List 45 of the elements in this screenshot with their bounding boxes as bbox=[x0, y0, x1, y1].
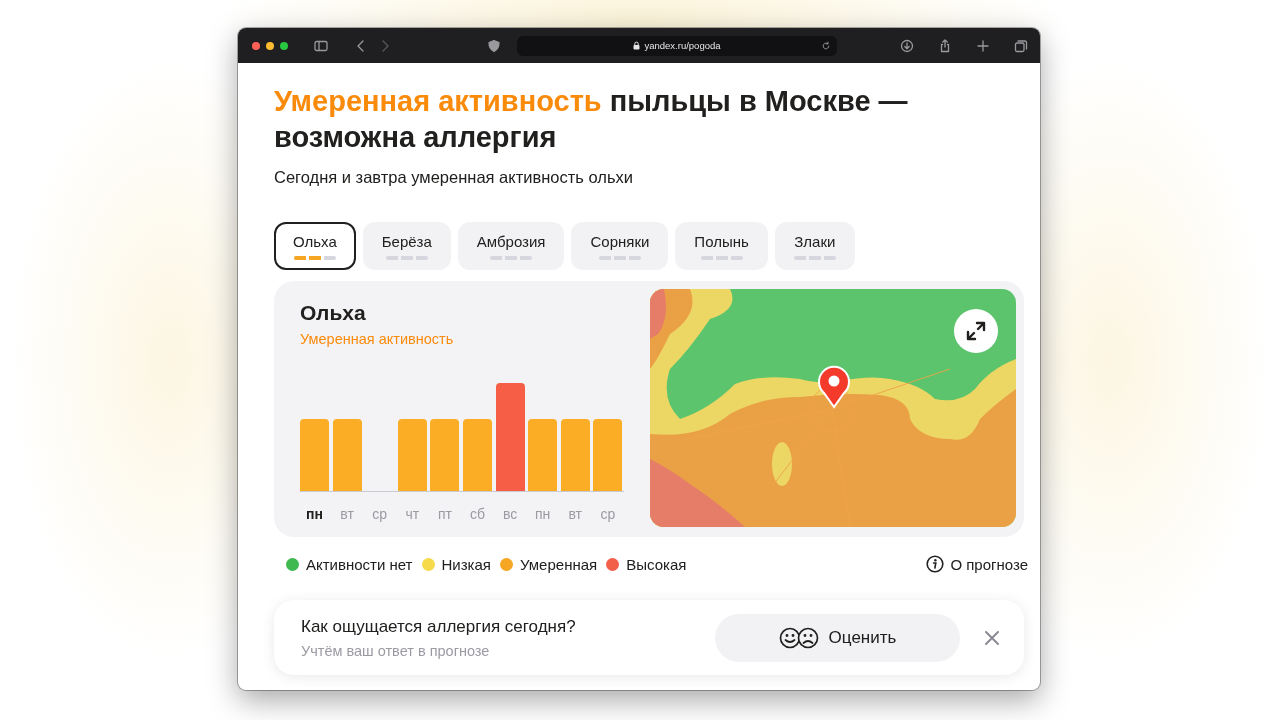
legend-label: Умеренная bbox=[519, 555, 598, 573]
moderate-activity-bar bbox=[528, 419, 558, 491]
feedback-hint: Учтём ваш ответ в прогнозе bbox=[301, 642, 490, 659]
plant-tab[interactable]: Ольха bbox=[274, 222, 356, 270]
share-icon[interactable] bbox=[938, 38, 952, 53]
location-pin-icon bbox=[816, 363, 852, 409]
legend-label: Активности нет bbox=[306, 555, 413, 573]
feedback-question: Как ощущается аллергия сегодня? bbox=[301, 616, 576, 637]
page-heading: Умеренная активность пыльцы в Москве — возможна аллергия bbox=[274, 84, 909, 155]
lock-icon bbox=[633, 41, 641, 50]
legend-label: Низкая bbox=[441, 555, 491, 573]
rate-button[interactable]: Оценить bbox=[715, 613, 960, 662]
url-text: yandex.ru/pogoda bbox=[644, 40, 721, 51]
plant-tab[interactable]: Берёза bbox=[362, 222, 451, 270]
tabs-overview-icon[interactable] bbox=[1014, 38, 1028, 53]
reload-icon[interactable] bbox=[821, 40, 831, 51]
minimize-window-button[interactable] bbox=[266, 41, 274, 50]
day-label[interactable]: пн bbox=[300, 506, 329, 522]
moderate-activity-bar bbox=[397, 419, 427, 491]
plant-tab[interactable]: Сорняки bbox=[571, 222, 669, 270]
moderate-activity-bar bbox=[560, 419, 590, 491]
close-window-button[interactable] bbox=[252, 41, 260, 50]
legend-label: Высокая bbox=[626, 555, 687, 573]
happy-sad-faces-icon bbox=[778, 626, 819, 649]
moderate-activity-bar bbox=[300, 419, 329, 491]
info-icon bbox=[926, 555, 945, 573]
plant-tab[interactable]: Полынь bbox=[675, 222, 768, 270]
download-icon[interactable] bbox=[900, 38, 914, 53]
moderate-activity-bar bbox=[430, 419, 460, 491]
plus-icon[interactable] bbox=[976, 38, 990, 53]
moderate-activity-bar bbox=[332, 419, 362, 491]
address-bar[interactable]: yandex.ru/pogoda bbox=[517, 35, 837, 56]
close-icon[interactable] bbox=[984, 629, 1000, 646]
maximize-window-button[interactable] bbox=[280, 41, 288, 50]
moderate-activity-bar bbox=[462, 419, 492, 491]
expand-icon bbox=[965, 320, 987, 342]
sidebar-icon[interactable] bbox=[314, 38, 328, 53]
plant-tab[interactable]: Злаки bbox=[774, 222, 855, 270]
about-forecast-link[interactable]: О прогнозе bbox=[950, 555, 1028, 573]
shield-icon[interactable] bbox=[487, 38, 501, 53]
page-subtitle: Сегодня и завтра умеренная активность ольхи bbox=[274, 168, 635, 187]
plant-name: Ольха bbox=[300, 301, 366, 325]
activity-status: Умеренная активность bbox=[300, 331, 454, 347]
plant-tab[interactable]: Амброзия bbox=[457, 222, 565, 270]
moderate-activity-bar bbox=[593, 419, 623, 491]
